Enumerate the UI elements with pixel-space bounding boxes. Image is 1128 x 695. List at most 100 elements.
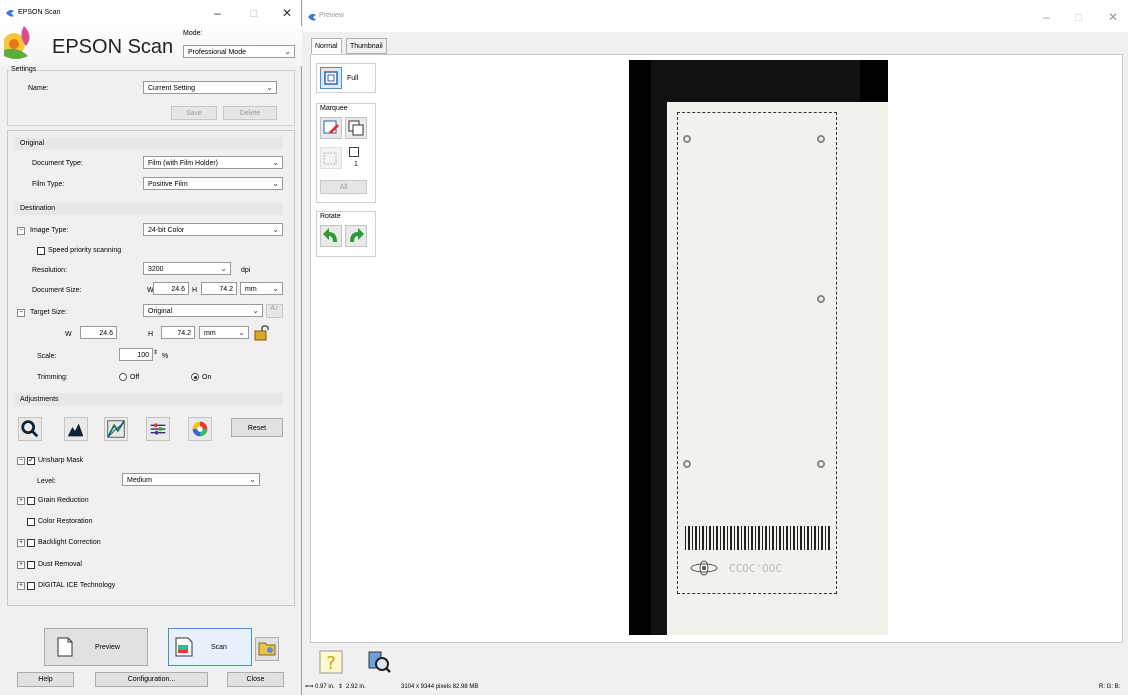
color-palette-button[interactable] [146,417,170,441]
mode-dropdown[interactable]: Professional Mode ⌄ [183,45,295,58]
rotate-left-button[interactable] [320,225,342,247]
tone-correction-button[interactable] [64,417,88,441]
unsharp-mask-checkbox[interactable] [27,455,35,465]
speed-priority-checkbox[interactable] [37,247,45,255]
percent-label: % [162,353,169,360]
minimize-icon[interactable]: – [1043,10,1050,24]
unsharp-mask-collapse-icon[interactable]: − [17,457,25,465]
preview-titlebar: Preview – □ ✕ [303,0,1128,32]
document-preview-icon [57,637,73,657]
save-button[interactable]: Save [171,106,217,120]
film-type-label: Film Type: [32,181,65,188]
file-save-settings-button[interactable] [255,637,279,661]
document-size-label: Document Size: [32,287,82,294]
configuration-button[interactable]: Configuration... [95,672,208,687]
digital-ice-checkbox[interactable] [27,582,35,590]
tab-normal[interactable]: Normal [311,38,342,54]
backlight-correction-label: Backlight Correction [38,539,101,546]
grain-reduction-checkbox[interactable] [27,497,35,505]
document-height-field[interactable]: 74.2 [201,282,237,295]
original-section-header: Original [15,137,283,150]
minimize-icon[interactable]: – [214,6,221,20]
all-button[interactable]: All [320,180,367,194]
chevron-down-icon: ⌄ [238,328,245,337]
name-dropdown[interactable]: Current Setting ⌄ [143,81,277,94]
histogram-adjust-button[interactable] [18,417,42,441]
dpi-label: dpi [241,267,251,274]
target-size-detail-icon[interactable]: A↕ [266,304,283,318]
dust-removal-expand-icon[interactable]: + [17,561,25,569]
grain-reduction-expand-icon[interactable]: + [17,497,25,505]
target-height-field[interactable]: 74.2 [161,326,195,339]
close-button[interactable]: Close [227,672,284,687]
full-frame-icon [324,71,338,85]
color-wheel-button[interactable] [188,417,212,441]
level-label: Level: [37,478,56,485]
full-view-button[interactable] [320,67,342,89]
trimming-off-radio[interactable] [119,373,127,381]
tab-thumbnail[interactable]: Thumbnail [346,38,387,54]
film-atom-logo-icon [690,560,718,576]
level-value: Medium [127,477,152,484]
color-restoration-checkbox[interactable] [27,518,35,526]
maximize-icon[interactable]: □ [1075,10,1082,24]
target-unit-dropdown[interactable]: mm ⌄ [199,326,249,339]
zoom-preview-button[interactable] [366,649,394,677]
chevron-down-icon: ⌄ [266,83,273,92]
sliders-icon [150,423,166,435]
close-icon[interactable]: ✕ [282,6,292,20]
image-type-collapse-icon[interactable]: − [17,227,25,235]
marquee-selection[interactable] [677,112,837,594]
target-size-dropdown[interactable]: Original ⌄ [143,304,263,317]
delete-button[interactable]: Delete [223,106,277,120]
document-type-dropdown[interactable]: Film (with Film Holder) ⌄ [143,156,283,169]
document-unit-dropdown[interactable]: mm ⌄ [240,282,283,295]
film-type-dropdown[interactable]: Positive Film ⌄ [143,177,283,190]
trimming-on-radio[interactable] [191,373,199,381]
color-restoration-label: Color Restoration [38,518,93,525]
backlight-correction-expand-icon[interactable]: + [17,539,25,547]
preview-button[interactable]: Preview [44,628,148,666]
histogram-icon [67,423,84,437]
backlight-correction-checkbox[interactable] [27,539,35,547]
auto-locate-button[interactable] [320,117,342,139]
scale-field[interactable]: 100 [119,348,153,361]
delete-marquee-icon [323,152,337,165]
target-size-collapse-icon[interactable]: − [17,309,25,317]
name-value: Current Setting [148,85,196,92]
scale-spinner-icon[interactable]: ⇕ [153,349,158,356]
reset-button[interactable]: Reset [231,418,283,437]
dust-removal-checkbox[interactable] [27,561,35,569]
close-icon[interactable]: ✕ [1108,10,1118,24]
level-dropdown[interactable]: Medium ⌄ [122,473,260,486]
resolution-label: Resolution: [32,267,68,274]
epson-app-icon [6,9,14,17]
scan-button[interactable]: Scan [168,628,252,666]
marquee-select-icon[interactable] [349,147,359,157]
delete-marquee-button[interactable] [320,147,342,169]
help-button[interactable]: Help [17,672,74,687]
duplicate-marquee-button[interactable] [345,117,367,139]
auto-locate-icon [323,120,339,134]
scan-document-icon [175,637,193,657]
maximize-icon[interactable]: □ [250,6,257,20]
film-border-left [629,60,651,635]
epson-banner: EPSON Scan Mode: Professional Mode ⌄ [0,26,302,66]
rotate-right-button[interactable] [345,225,367,247]
trimming-label: Trimming: [37,374,68,381]
target-width-label: W [65,331,72,338]
image-type-dropdown[interactable]: 24-bit Color ⌄ [143,223,283,236]
dust-removal-label: Dust Removal [38,561,82,568]
document-width-field[interactable]: 24.6 [153,282,189,295]
help-question-button[interactable]: ? [318,649,346,677]
marquee-label: Marquee [320,105,348,112]
film-preview-image[interactable]: CCOC'OOC [629,60,888,635]
chevron-down-icon: ⌄ [220,264,227,273]
lock-icon[interactable] [253,325,271,341]
color-wheel-icon [192,421,208,437]
resolution-combobox[interactable]: 3200 ⌄ [143,262,231,275]
digital-ice-expand-icon[interactable]: + [17,582,25,590]
film-barcode [685,526,831,550]
target-width-field[interactable]: 24.6 [80,326,117,339]
image-adjust-button[interactable] [104,417,128,441]
